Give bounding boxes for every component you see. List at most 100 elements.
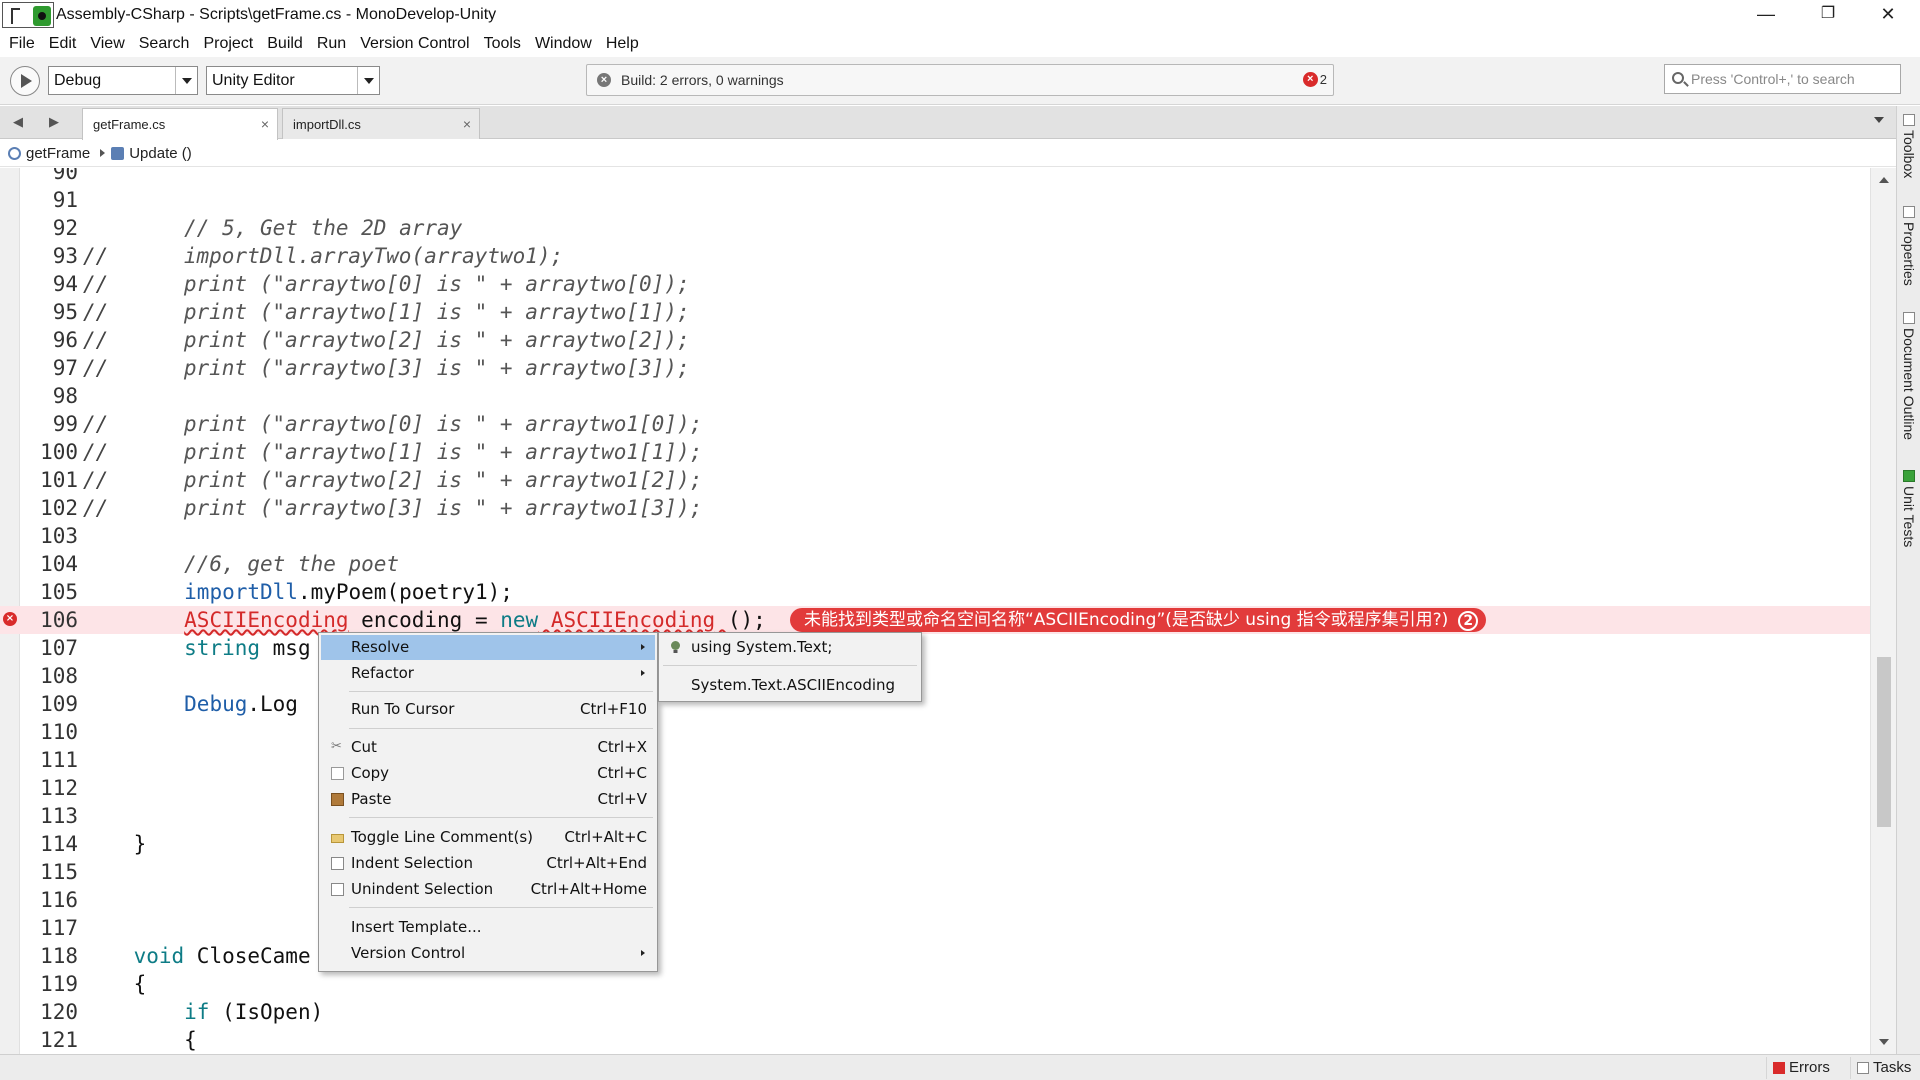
code-line[interactable]: 98 bbox=[0, 382, 1870, 410]
code-line[interactable]: 105 importDll.myPoem(poetry1); bbox=[0, 578, 1870, 606]
tab-importdll[interactable]: importDll.cs × bbox=[282, 108, 480, 139]
search-input[interactable]: Press 'Control+,' to search bbox=[1664, 64, 1901, 94]
menu-item-label: Indent Selection bbox=[351, 854, 473, 872]
code-line[interactable]: 114 } bbox=[0, 830, 1870, 858]
code-line[interactable]: 94// print ("arraytwo[0] is " + arraytwo… bbox=[0, 270, 1870, 298]
app-icon[interactable] bbox=[2, 2, 54, 28]
menu-item-paste[interactable]: Paste Ctrl+V bbox=[321, 787, 655, 812]
submenu-item-using-system-text[interactable]: using System.Text; bbox=[661, 635, 919, 660]
menu-tools[interactable]: Tools bbox=[477, 30, 528, 57]
chevron-down-icon[interactable] bbox=[357, 67, 379, 94]
errors-pad-button[interactable]: Errors bbox=[1766, 1057, 1836, 1079]
menu-file[interactable]: File bbox=[2, 30, 42, 57]
line-number: 118 bbox=[40, 944, 78, 968]
menu-item-copy[interactable]: Copy Ctrl+C bbox=[321, 761, 655, 786]
menu-item-run-to-cursor[interactable]: Run To Cursor Ctrl+F10 bbox=[321, 697, 655, 722]
code-line[interactable]: 91 bbox=[0, 186, 1870, 214]
close-icon[interactable]: × bbox=[261, 116, 269, 132]
tab-overflow-icon[interactable] bbox=[1874, 117, 1884, 123]
minimize-button[interactable]: — bbox=[1738, 0, 1794, 30]
code-line[interactable]: 116 bbox=[0, 886, 1870, 914]
run-button[interactable] bbox=[10, 66, 40, 96]
code-line[interactable]: 101// print ("arraytwo[2] is " + arraytw… bbox=[0, 466, 1870, 494]
dock-document-outline[interactable]: Document Outline bbox=[1899, 312, 1919, 440]
menu-item-label: System.Text.ASCIIEncoding bbox=[691, 676, 896, 694]
code-line[interactable]: 118 void CloseCame bbox=[0, 942, 1870, 970]
menu-item-toggle-comment[interactable]: Toggle Line Comment(s) Ctrl+Alt+C bbox=[321, 825, 655, 850]
code-line[interactable]: 113 bbox=[0, 802, 1870, 830]
menu-search[interactable]: Search bbox=[132, 30, 197, 57]
scroll-up-icon[interactable] bbox=[1879, 177, 1889, 183]
tab-getframe[interactable]: getFrame.cs × bbox=[82, 108, 278, 140]
maximize-button[interactable]: ❐ bbox=[1800, 0, 1856, 30]
code-line[interactable]: 100// print ("arraytwo[1] is " + arraytw… bbox=[0, 438, 1870, 466]
menu-window[interactable]: Window bbox=[528, 30, 599, 57]
tasks-pad-label: Tasks bbox=[1873, 1059, 1912, 1076]
submenu-item-qualified-name[interactable]: System.Text.ASCIIEncoding bbox=[661, 673, 919, 698]
code-line[interactable]: 92 // 5, Get the 2D array bbox=[0, 214, 1870, 242]
code-line[interactable]: 108 bbox=[0, 662, 1870, 690]
code-line[interactable]: 121 { bbox=[0, 1026, 1870, 1054]
code-line[interactable]: 104 //6, get the poet bbox=[0, 550, 1870, 578]
code-line[interactable]: 97// print ("arraytwo[3] is " + arraytwo… bbox=[0, 354, 1870, 382]
menu-run[interactable]: Run bbox=[310, 30, 353, 57]
menu-project[interactable]: Project bbox=[196, 30, 260, 57]
code-editor[interactable]: 90 91 92 // 5, Get the 2D array 93// import… bbox=[0, 168, 1896, 1054]
configuration-select[interactable]: Debug bbox=[48, 66, 198, 95]
code-line[interactable]: 99// print ("arraytwo[0] is " + arraytwo… bbox=[0, 410, 1870, 438]
menu-item-resolve[interactable]: Resolve bbox=[321, 635, 655, 660]
nav-back-icon[interactable]: ◀ bbox=[10, 114, 26, 130]
scroll-down-icon[interactable] bbox=[1879, 1039, 1889, 1045]
tasks-pad-button[interactable]: Tasks bbox=[1850, 1057, 1917, 1079]
code-line[interactable]: 95// print ("arraytwo[1] is " + arraytwo… bbox=[0, 298, 1870, 326]
breadcrumb-class[interactable]: getFrame bbox=[26, 145, 90, 162]
code-line[interactable]: 102// print ("arraytwo[3] is " + arraytw… bbox=[0, 494, 1870, 522]
menu-item-refactor[interactable]: Refactor bbox=[321, 661, 655, 686]
code-line[interactable]: 103 bbox=[0, 522, 1870, 550]
menu-item-insert-template[interactable]: Insert Template... bbox=[321, 915, 655, 940]
code-line[interactable]: 119 { bbox=[0, 970, 1870, 998]
menu-item-unindent[interactable]: Unindent Selection Ctrl+Alt+Home bbox=[321, 877, 655, 902]
breadcrumb-method[interactable]: Update () bbox=[129, 145, 192, 162]
code-line[interactable]: 117 bbox=[0, 914, 1870, 942]
menu-help[interactable]: Help bbox=[599, 30, 646, 57]
line-number: 115 bbox=[40, 860, 78, 884]
menu-item-indent[interactable]: Indent Selection Ctrl+Alt+End bbox=[321, 851, 655, 876]
chevron-down-icon[interactable] bbox=[175, 67, 197, 94]
line-number: 121 bbox=[40, 1028, 78, 1052]
build-error-count[interactable]: × 2 bbox=[1302, 72, 1327, 87]
target-select[interactable]: Unity Editor bbox=[206, 66, 380, 95]
code-text: // 5, Get the 2D array bbox=[83, 216, 463, 240]
menu-build[interactable]: Build bbox=[260, 30, 310, 57]
build-status-area[interactable]: × Build: 2 errors, 0 warnings × 2 bbox=[586, 64, 1334, 96]
code-line[interactable]: 109 Debug.Log bbox=[0, 690, 1870, 718]
code-line-error[interactable]: 106 ASCIIEncoding encoding = new ASCIIEn… bbox=[0, 606, 1870, 634]
menu-version-control[interactable]: Version Control bbox=[353, 30, 476, 57]
code-line[interactable]: 115 bbox=[0, 858, 1870, 886]
menu-view[interactable]: View bbox=[83, 30, 131, 57]
close-icon[interactable]: × bbox=[463, 116, 471, 132]
code-line[interactable]: 93// importDll.arrayTwo(arraytwo1); bbox=[0, 242, 1870, 270]
code-line[interactable]: 107 string msg bbox=[0, 634, 1870, 662]
code-line[interactable]: 96// print ("arraytwo[2] is " + arraytwo… bbox=[0, 326, 1870, 354]
dock-unit-tests[interactable]: Unit Tests bbox=[1899, 470, 1919, 547]
code-line[interactable]: 120 if (IsOpen) bbox=[0, 998, 1870, 1026]
dock-toolbox[interactable]: Toolbox bbox=[1899, 114, 1919, 178]
context-menu: Resolve Refactor Run To Cursor Ctrl+F10 … bbox=[318, 632, 658, 972]
code-line[interactable]: 112 bbox=[0, 774, 1870, 802]
menu-item-version-control[interactable]: Version Control bbox=[321, 941, 655, 966]
vertical-scrollbar[interactable] bbox=[1870, 168, 1896, 1054]
code-line[interactable]: 111 bbox=[0, 746, 1870, 774]
menu-item-cut[interactable]: ✂ Cut Ctrl+X bbox=[321, 735, 655, 760]
menu-item-shortcut: Ctrl+Alt+C bbox=[564, 828, 647, 846]
nav-forward-icon[interactable]: ▶ bbox=[46, 114, 62, 130]
code-line[interactable]: 90 bbox=[0, 168, 1870, 186]
line-number: 108 bbox=[40, 664, 78, 688]
menu-edit[interactable]: Edit bbox=[42, 30, 84, 57]
scroll-thumb[interactable] bbox=[1877, 657, 1891, 827]
code-line[interactable]: 110 bbox=[0, 718, 1870, 746]
menu-separator bbox=[349, 907, 653, 908]
dock-properties[interactable]: Properties bbox=[1899, 206, 1919, 286]
close-button[interactable]: ✕ bbox=[1860, 0, 1916, 30]
error-bubble[interactable]: 未能找到类型或命名空间名称“ASCIIEncoding”(是否缺少 using … bbox=[790, 608, 1487, 632]
